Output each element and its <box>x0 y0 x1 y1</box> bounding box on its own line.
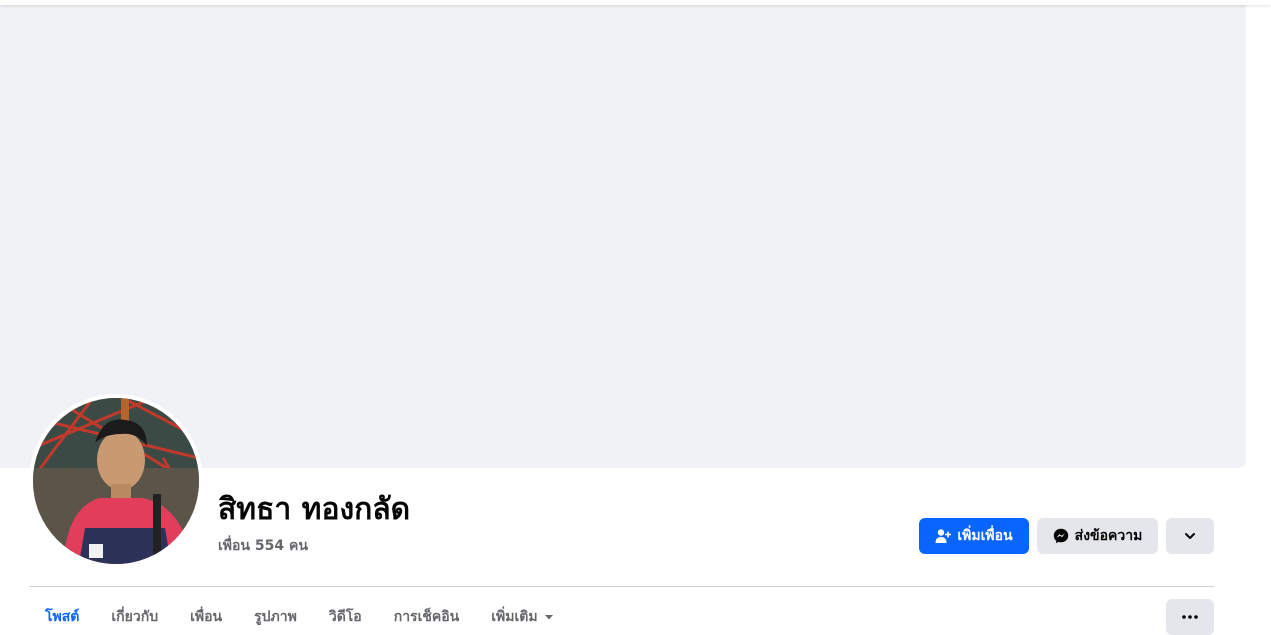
add-friend-button[interactable]: เพิ่มเพื่อน <box>919 518 1029 554</box>
ellipsis-icon <box>1182 615 1198 619</box>
tab-label: เพื่อน <box>190 609 223 625</box>
person-add-icon <box>935 528 952 544</box>
tab-friends[interactable]: เพื่อน <box>174 599 238 635</box>
tab-label: การเช็คอิน <box>393 609 460 625</box>
tab-check-ins[interactable]: การเช็คอิน <box>378 599 476 635</box>
tab-videos[interactable]: วิดีโอ <box>313 599 378 635</box>
tab-label: เกี่ยวกับ <box>111 609 159 625</box>
tab-label: รูปภาพ <box>254 609 297 625</box>
add-friend-label: เพิ่มเพื่อน <box>957 528 1013 544</box>
avatar-photo <box>33 398 199 564</box>
messenger-icon <box>1053 528 1069 544</box>
tab-label: โพสต์ <box>45 609 80 625</box>
profile-name: สิทธา ทองกลัด <box>218 492 411 527</box>
message-button[interactable]: ส่งข้อความ <box>1037 518 1158 554</box>
profile-options-button[interactable] <box>1166 518 1214 554</box>
tab-about[interactable]: เกี่ยวกับ <box>95 599 174 635</box>
tab-label: วิดีโอ <box>328 609 362 625</box>
top-navigation-bar <box>0 0 1271 5</box>
cover-photo-area[interactable] <box>0 0 1246 468</box>
tab-more[interactable]: เพิ่มเติม <box>475 599 569 635</box>
message-label: ส่งข้อความ <box>1074 528 1143 544</box>
more-options-button[interactable] <box>1166 599 1214 635</box>
tab-label: เพิ่มเติม <box>491 609 538 625</box>
tab-posts[interactable]: โพสต์ <box>29 599 95 635</box>
profile-picture[interactable] <box>29 394 203 568</box>
chevron-down-icon <box>1183 529 1197 543</box>
profile-tabs: โพสต์ เกี่ยวกับ เพื่อน รูปภาพ วิดีโอ การ… <box>29 599 570 635</box>
avatar[interactable] <box>33 398 199 564</box>
caret-down-icon <box>544 612 554 622</box>
profile-divider <box>29 586 1214 587</box>
tab-photos[interactable]: รูปภาพ <box>238 599 313 635</box>
friends-count[interactable]: เพื่อน 554 คน <box>218 535 308 557</box>
